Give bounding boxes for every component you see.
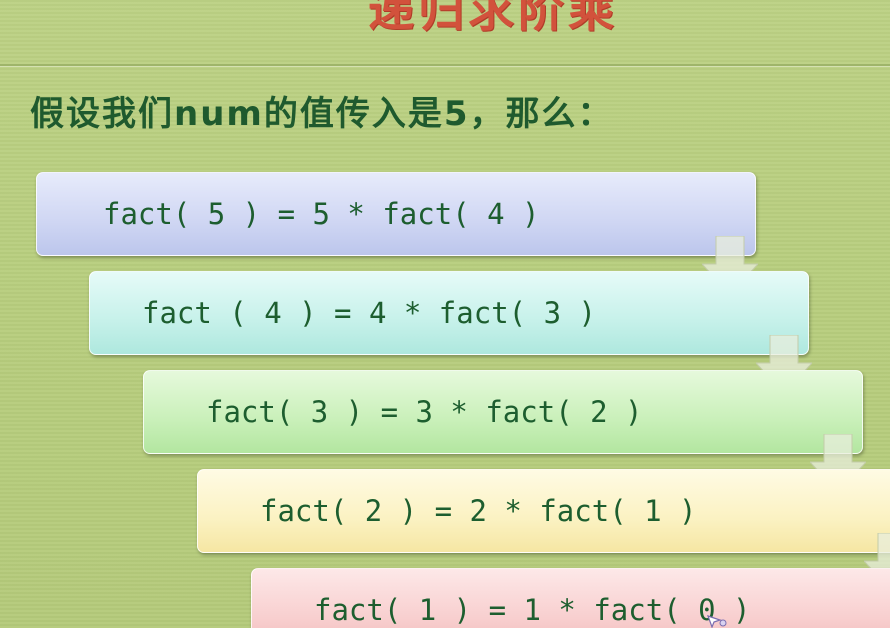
recursion-step-5: fact( 1 ) = 1 * fact( 0 ) xyxy=(251,568,890,628)
step-4-formula: fact( 2 ) = 2 * fact( 1 ) xyxy=(260,494,697,528)
title-divider xyxy=(0,64,890,66)
step-1-formula: fact( 5 ) = 5 * fact( 4 ) xyxy=(103,197,540,231)
step-5-formula: fact( 1 ) = 1 * fact( 0 ) xyxy=(314,593,751,627)
recursion-step-3: fact( 3 ) = 3 * fact( 2 ) xyxy=(143,370,863,454)
recursion-step-1: fact( 5 ) = 5 * fact( 4 ) xyxy=(36,172,756,256)
step-3-formula: fact( 3 ) = 3 * fact( 2 ) xyxy=(206,395,643,429)
intro-text: 假设我们num的值传入是5，那么： xyxy=(30,94,614,134)
recursion-step-2: fact ( 4 ) = 4 * fact( 3 ) xyxy=(89,271,809,355)
presentation-slide: 递归求阶乘 假设我们num的值传入是5，那么： fact( 5 ) = 5 * … xyxy=(0,0,890,628)
title-band: 递归求阶乘 xyxy=(0,0,890,64)
slide-title: 递归求阶乘 xyxy=(368,0,618,37)
mouse-cursor-icon xyxy=(707,615,727,628)
step-2-formula: fact ( 4 ) = 4 * fact( 3 ) xyxy=(142,296,596,330)
recursion-step-4: fact( 2 ) = 2 * fact( 1 ) xyxy=(197,469,890,553)
